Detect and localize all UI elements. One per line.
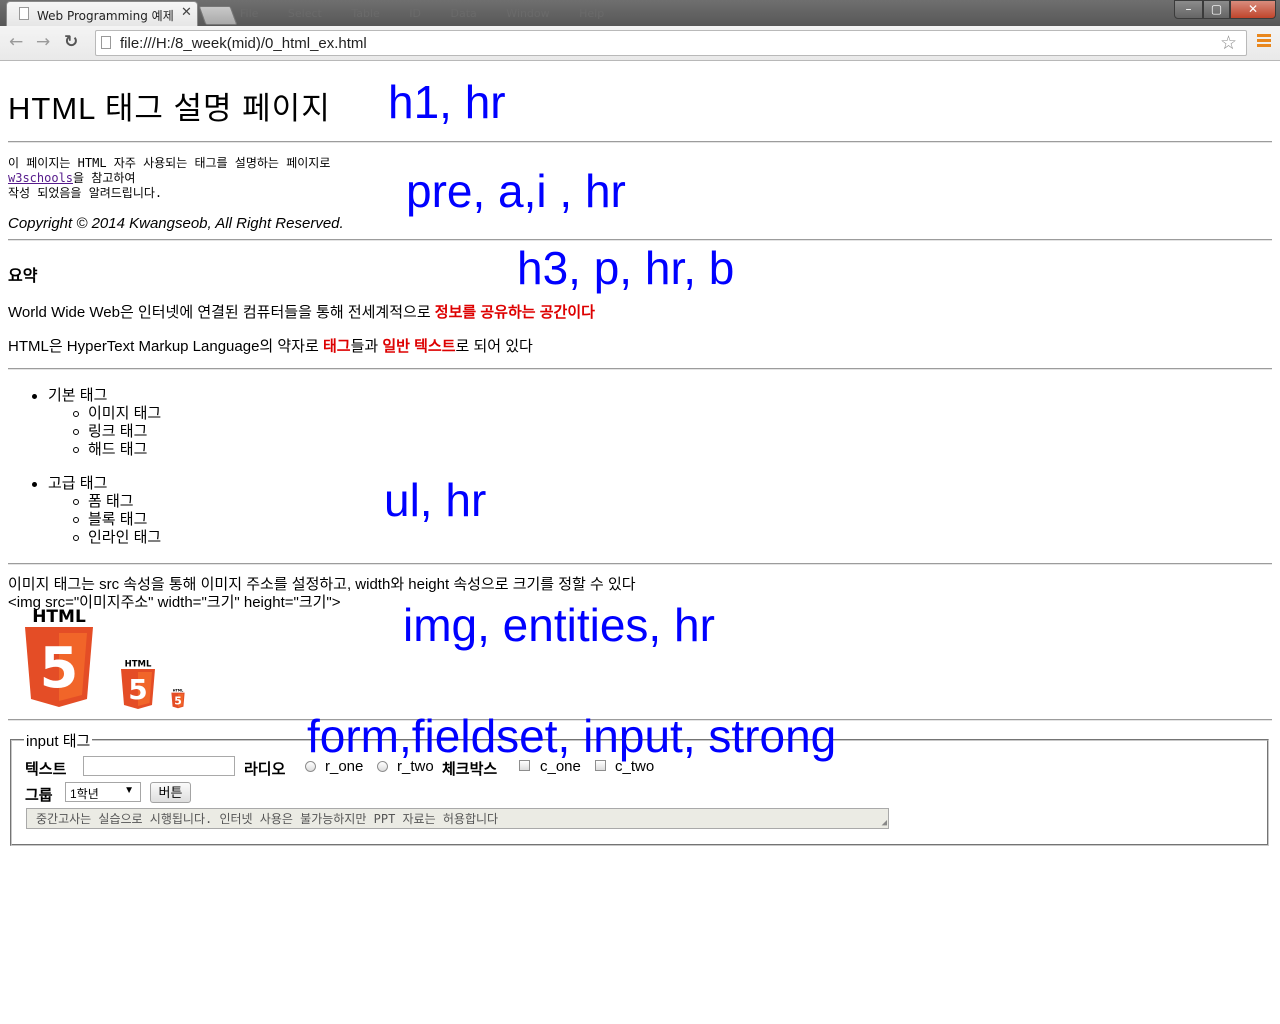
submit-button[interactable]: 버튼 xyxy=(150,782,191,803)
title-bar: Web Programming 예제 ✕ File Select Table I… xyxy=(0,0,1280,26)
page-title: HTML 태그 설명 페이지 xyxy=(8,91,331,126)
grade-select[interactable]: 1학년 ▼ xyxy=(65,782,141,802)
logo-text: HTML xyxy=(32,607,86,627)
pre-line: 이 페이지는 HTML 자주 사용되는 태그를 설명하는 페이지로 xyxy=(8,156,331,170)
pre-line: 을 참고하여 xyxy=(73,171,136,185)
bold-text: 태그 xyxy=(322,338,351,355)
hr-3 xyxy=(8,368,1272,370)
background-window-menu: File Select Table ID Data Window Help xyxy=(240,7,605,20)
paragraph-text: World Wide Web은 인터넷에 연결된 컴퓨터들을 통해 전세계적으로 xyxy=(8,304,435,321)
logo-number: 5 xyxy=(128,673,147,706)
page-content: HTML 태그 설명 페이지 h1, hr 이 페이지는 HTML 자주 사용되… xyxy=(0,61,1280,1024)
notice-textarea[interactable]: 중간고사는 실습으로 시행됩니다. 인터넷 사용은 불가능하지만 PPT 자료는… xyxy=(26,808,889,829)
paragraph-www: World Wide Web은 인터넷에 연결된 컴퓨터들을 통해 전세계적으로… xyxy=(8,301,595,322)
radio-r-one[interactable] xyxy=(305,761,316,772)
paragraph-text: 들과 xyxy=(350,338,383,355)
checkbox-c-two[interactable] xyxy=(595,760,606,771)
new-tab-button[interactable] xyxy=(198,6,238,25)
list-item: 이미지 태그 xyxy=(8,405,161,423)
bold-text: 일반 텍스트 xyxy=(382,338,456,355)
checkbox-c-one-label: c_one xyxy=(540,758,581,775)
html5-logo-small: HTML 5 xyxy=(171,689,185,709)
paragraph-html: HTML은 HyperText Markup Language의 약자로 태그들… xyxy=(8,335,533,356)
tag-list: 기본 태그 이미지 태그 링크 태그 해드 태그 고급 태그 폼 태그 블록 태… xyxy=(8,387,161,547)
resize-grip-icon[interactable]: ◢ xyxy=(882,818,887,828)
copyright-text: Copyright © 2014 Kwangseob, All Right Re… xyxy=(8,215,344,232)
hr-2 xyxy=(8,239,1272,241)
radio-r-two-label: r_two xyxy=(397,758,434,775)
logo-text: HTML xyxy=(125,660,152,670)
page-icon xyxy=(101,36,111,49)
reload-icon[interactable]: ↻ xyxy=(64,32,78,52)
list-item: 블록 태그 xyxy=(8,511,161,529)
textarea-text: 중간고사는 실습으로 시행됩니다. 인터넷 사용은 불가능하지만 PPT 자료는… xyxy=(36,812,499,826)
checkbox-label: 체크박스 xyxy=(442,761,498,778)
tab-close-icon[interactable]: ✕ xyxy=(181,5,192,20)
fieldset-legend: input 태그 xyxy=(24,730,93,751)
paragraph-text: 로 되어 있다 xyxy=(455,338,533,355)
logo-number: 5 xyxy=(40,636,79,701)
html5-logo-medium: HTML 5 xyxy=(121,660,155,709)
checkbox-c-one[interactable] xyxy=(519,760,530,771)
pre-block: 이 페이지는 HTML 자주 사용되는 태그를 설명하는 페이지로 w3scho… xyxy=(8,156,330,201)
annotation-ul: ul, hr xyxy=(384,474,487,526)
annotation-h1: h1, hr xyxy=(388,76,506,128)
radio-label: 라디오 xyxy=(244,761,286,778)
maximize-button[interactable]: ▢ xyxy=(1203,0,1230,19)
paragraph-text: HTML은 HyperText Markup Language의 약자로 xyxy=(8,338,323,355)
group-label: 그룹 xyxy=(25,787,53,804)
back-icon[interactable]: ← xyxy=(9,32,23,52)
annotation-pre: pre, a,i , hr xyxy=(406,165,626,217)
forward-icon[interactable]: → xyxy=(36,32,50,52)
chevron-down-icon: ▼ xyxy=(124,785,134,796)
logo-number: 5 xyxy=(174,694,182,707)
annotation-h3: h3, p, hr, b xyxy=(517,242,735,294)
bookmark-star-icon[interactable]: ☆ xyxy=(1220,32,1237,54)
annotation-img: img, entities, hr xyxy=(403,599,715,651)
list-item-advanced: 고급 태그 xyxy=(8,475,161,493)
list-item: 인라인 태그 xyxy=(8,529,161,547)
address-bar[interactable]: ☆ xyxy=(95,30,1247,56)
close-window-button[interactable]: ✕ xyxy=(1230,0,1276,19)
annotation-form: form,fieldset, input, strong xyxy=(307,710,837,762)
radio-r-two[interactable] xyxy=(377,761,388,772)
logo-text: HTML xyxy=(173,689,184,693)
browser-menu-icon[interactable] xyxy=(1257,34,1271,48)
text-input[interactable] xyxy=(83,756,235,776)
list-item: 해드 태그 xyxy=(8,441,161,459)
w3schools-link[interactable]: w3schools xyxy=(8,171,73,185)
radio-r-one-label: r_one xyxy=(325,758,364,775)
text-label: 텍스트 xyxy=(25,761,67,778)
url-input[interactable] xyxy=(120,33,1210,53)
browser-tab[interactable]: Web Programming 예제 ✕ xyxy=(6,1,198,26)
browser-toolbar: ← → ↻ ☆ xyxy=(0,26,1280,61)
bold-text: 정보를 공유하는 공간이다 xyxy=(434,304,595,321)
checkbox-c-two-label: c_two xyxy=(615,758,655,775)
select-value: 1학년 xyxy=(70,787,99,801)
list-item: 링크 태그 xyxy=(8,423,161,441)
list-item-basic: 기본 태그 xyxy=(8,387,161,405)
page-icon xyxy=(19,7,29,20)
minimize-button[interactable]: – xyxy=(1174,0,1203,19)
hr-4 xyxy=(8,563,1272,565)
pre-line: 작성 되었음을 알려드립니다. xyxy=(8,186,163,200)
tab-title: Web Programming 예제 xyxy=(37,9,174,23)
hr-1 xyxy=(8,141,1272,143)
section-heading: 요약 xyxy=(8,268,38,285)
list-item: 폼 태그 xyxy=(8,493,161,511)
html5-logo-large: HTML 5 xyxy=(25,607,93,707)
